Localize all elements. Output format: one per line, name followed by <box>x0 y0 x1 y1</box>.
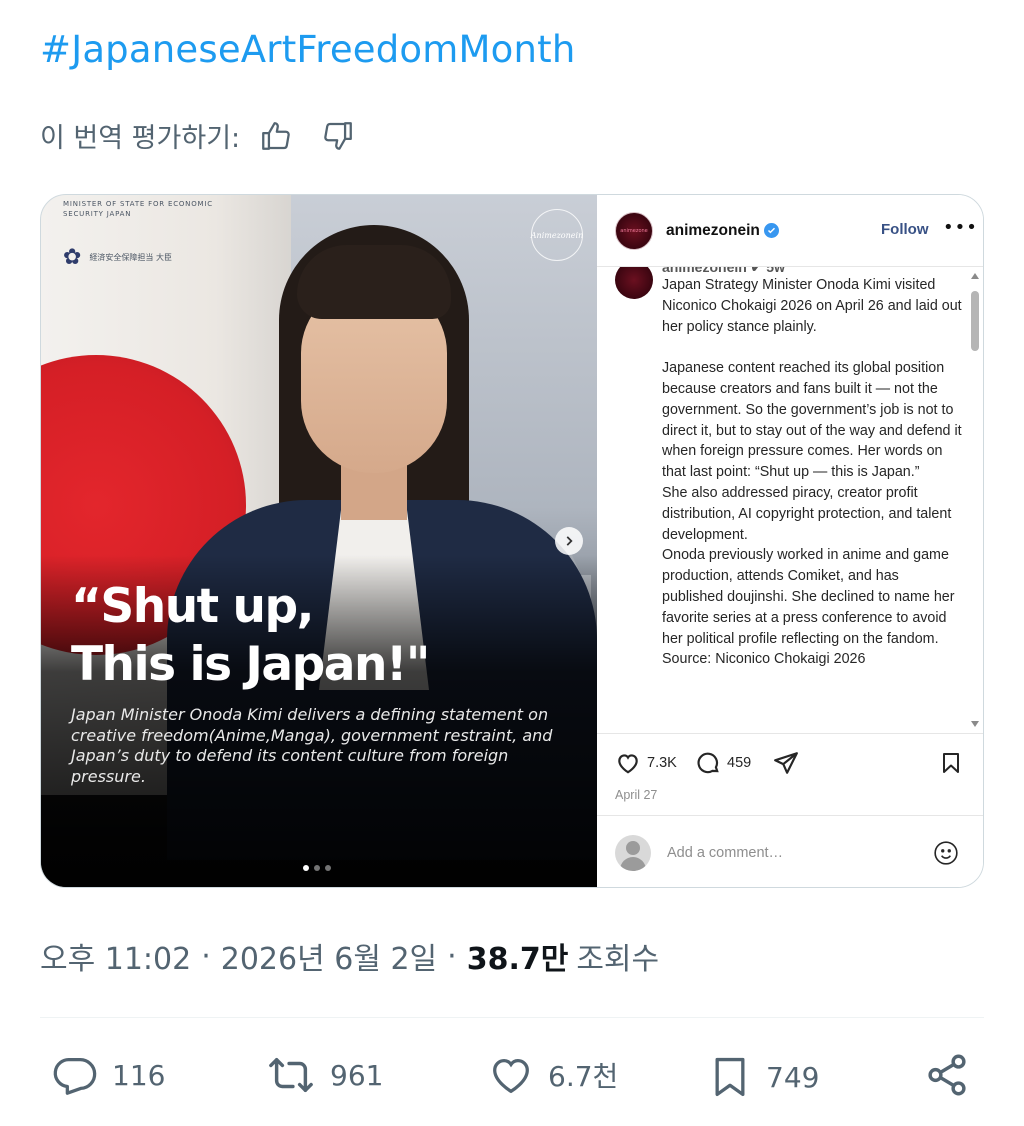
reply-button[interactable]: 116 <box>52 1052 165 1098</box>
repost-count: 961 <box>330 1058 384 1092</box>
reply-count: 116 <box>112 1058 166 1092</box>
views-count: 38.7만 <box>466 942 569 977</box>
rate-translation: 이 번역 평가하기: <box>40 116 356 155</box>
ig-username[interactable]: animezonein <box>666 222 760 240</box>
ig-header: animezone animezonein Follow ••• <box>597 195 983 267</box>
quote-line-2: This is Japan!" <box>71 637 430 692</box>
avatar <box>615 834 651 871</box>
divider <box>40 1017 984 1018</box>
thumbs-up-icon[interactable] <box>258 118 294 154</box>
animezonein-watermark: Animezonein <box>531 209 583 261</box>
more-options-icon[interactable]: ••• <box>943 217 978 238</box>
bookmark-icon <box>715 1057 745 1097</box>
separator: · <box>201 938 211 974</box>
quote-line-1: “Shut up, <box>71 579 314 634</box>
bookmark-button[interactable]: 749 <box>708 1052 819 1102</box>
thumbs-down-icon[interactable] <box>320 118 356 154</box>
carousel-dot[interactable] <box>314 865 320 871</box>
share-icon[interactable] <box>773 750 805 776</box>
avatar[interactable]: animezone <box>615 211 653 250</box>
tweet-metadata: 오후 11:02 · 2026년 6월 2일 · 38.7만 조회수 <box>40 934 659 978</box>
quote-headline: “Shut up, This is Japan!" <box>71 578 581 694</box>
ministry-jp-text: 経済安全保障担当 大臣 <box>89 253 172 262</box>
ig-caption-text: Japan Strategy Minister Onoda Kimi visit… <box>662 275 962 670</box>
caption-paragraph: Source: Niconico Chokaigi 2026 <box>662 651 866 668</box>
comment-input[interactable]: Add a comment… <box>667 845 783 861</box>
tweet-action-bar: 116 961 6.7천 749 <box>0 1046 1024 1106</box>
scroll-up-icon[interactable] <box>971 273 979 279</box>
caption-paragraph: Onoda previously worked in anime and gam… <box>662 547 955 647</box>
scrollbar-thumb[interactable] <box>971 291 979 351</box>
ig-like-button[interactable]: 7.3K <box>615 750 677 776</box>
rate-translation-label: 이 번역 평가하기: <box>40 123 241 154</box>
ig-comment-count: 459 <box>727 755 752 771</box>
verified-badge-icon <box>763 223 779 238</box>
image-caption: Japan Minister Onoda Kimi delivers a def… <box>71 705 553 786</box>
tweet-date[interactable]: 2026년 6월 2일 <box>221 934 437 978</box>
caption-paragraph: Japanese content reached its global posi… <box>662 360 962 481</box>
next-slide-button[interactable] <box>555 527 583 555</box>
ig-comment-bar: Add a comment… <box>597 815 983 887</box>
bookmark-icon[interactable] <box>939 750 969 776</box>
ig-caption-scroll[interactable]: animezonein ✔ 5w Japan Strategy Minister… <box>597 267 983 733</box>
repost-button[interactable]: 961 <box>266 1052 383 1098</box>
tweet-time[interactable]: 오후 11:02 <box>40 934 191 978</box>
repost-icon <box>269 1057 313 1093</box>
ministry-label: MINISTER OF STATE FOR ECONOMIC SECURITY … <box>63 200 213 218</box>
bookmark-count: 749 <box>766 1060 820 1094</box>
avatar <box>615 267 653 299</box>
ig-like-count: 7.3K <box>647 755 677 771</box>
heart-icon <box>493 1058 529 1094</box>
embedded-media-card[interactable]: MINISTER OF STATE FOR ECONOMIC SECURITY … <box>40 194 984 888</box>
like-button[interactable]: 6.7천 <box>488 1052 618 1098</box>
ministry-jp-label: ✿ 経済安全保障担当 大臣 <box>63 245 172 270</box>
instagram-panel: animezone animezonein Follow ••• animezo… <box>597 195 983 887</box>
emoji-icon[interactable] <box>933 840 959 870</box>
post-image[interactable]: MINISTER OF STATE FOR ECONOMIC SECURITY … <box>41 195 597 887</box>
share-icon <box>928 1054 966 1096</box>
caption-scrollbar[interactable] <box>971 273 979 727</box>
carousel-dot[interactable] <box>303 865 309 871</box>
carousel-dots <box>303 865 331 871</box>
separator: · <box>447 938 457 974</box>
ig-comment-button[interactable]: 459 <box>695 750 751 776</box>
caption-paragraph: She also addressed piracy, creator profi… <box>662 484 952 543</box>
government-emblem-icon: ✿ <box>63 245 82 270</box>
share-button[interactable] <box>924 1052 984 1098</box>
hashtag-link[interactable]: #JapaneseArtFreedomMonth <box>40 28 575 71</box>
caption-paragraph: Japan Strategy Minister Onoda Kimi visit… <box>662 277 962 335</box>
like-count: 6.7천 <box>548 1060 619 1093</box>
carousel-dot[interactable] <box>325 865 331 871</box>
ig-post-date: April 27 <box>615 788 658 802</box>
scroll-down-icon[interactable] <box>971 721 979 727</box>
views-label: 조회수 <box>576 942 660 977</box>
reply-icon <box>53 1058 97 1095</box>
follow-button[interactable]: Follow <box>881 221 929 238</box>
ig-actions-bar: 7.3K 459 April 27 <box>597 733 983 815</box>
